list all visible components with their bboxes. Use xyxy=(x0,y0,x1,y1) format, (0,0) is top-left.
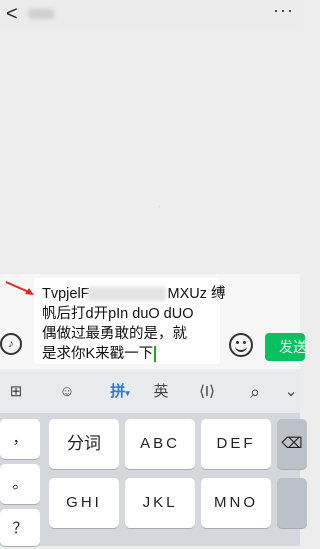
text-cursor xyxy=(154,346,157,363)
key-ghi[interactable]: GHI xyxy=(49,478,119,528)
message-line-1: TvpjelF MXUz 缚 xyxy=(42,286,226,302)
key-abc[interactable]: ABC xyxy=(125,419,195,469)
red-arrow-icon xyxy=(5,281,34,295)
key-jkl[interactable]: JKL xyxy=(125,478,195,528)
send-button[interactable]: 发送 xyxy=(265,333,307,361)
chat-title-redacted xyxy=(28,9,54,19)
key-def[interactable]: DEF xyxy=(201,419,271,469)
backspace-key[interactable]: ⌫ xyxy=(277,419,307,469)
message-line-4: 是求你K来戳一下 xyxy=(42,344,214,364)
english-mode-tab[interactable]: 英 xyxy=(146,371,176,413)
voice-input-icon[interactable]: ♪ xyxy=(0,333,22,355)
emoji-panel-icon[interactable]: ☺ xyxy=(52,371,82,413)
key-mno[interactable]: MNO xyxy=(201,478,271,528)
title-bar: < ··· xyxy=(0,0,300,30)
collapse-keyboard-icon[interactable]: ⌄ xyxy=(282,371,300,413)
key-question[interactable]: ？ xyxy=(0,509,40,546)
search-icon[interactable]: ⌕ xyxy=(240,371,270,413)
grid-menu-icon[interactable]: ⊞ xyxy=(0,371,32,413)
redacted-text xyxy=(87,287,166,302)
key-comma[interactable]: ， xyxy=(0,419,40,459)
message-line-2: 帆后打d开pIn duO dUO xyxy=(42,306,194,322)
pinyin-mode-tab[interactable]: 拼▾ xyxy=(100,371,140,413)
key-segment[interactable]: 分词 xyxy=(49,419,119,469)
more-options-icon[interactable]: ··· xyxy=(273,0,294,21)
cursor-move-icon[interactable]: ⟨I⟩ xyxy=(192,371,222,413)
chat-empty-mark xyxy=(158,205,160,208)
chat-history xyxy=(0,30,300,274)
emoji-icon[interactable] xyxy=(229,333,253,357)
message-input[interactable]: TvpjelF MXUz 缚 帆后打d开pIn duO dUO 偶做过最勇敢的是，… xyxy=(34,278,226,364)
back-icon[interactable]: < xyxy=(6,2,18,26)
key-period[interactable]: 。 xyxy=(0,464,40,504)
keyboard-side-key[interactable] xyxy=(277,478,307,528)
message-line-3: 偶做过最勇敢的是，就 xyxy=(42,326,187,342)
